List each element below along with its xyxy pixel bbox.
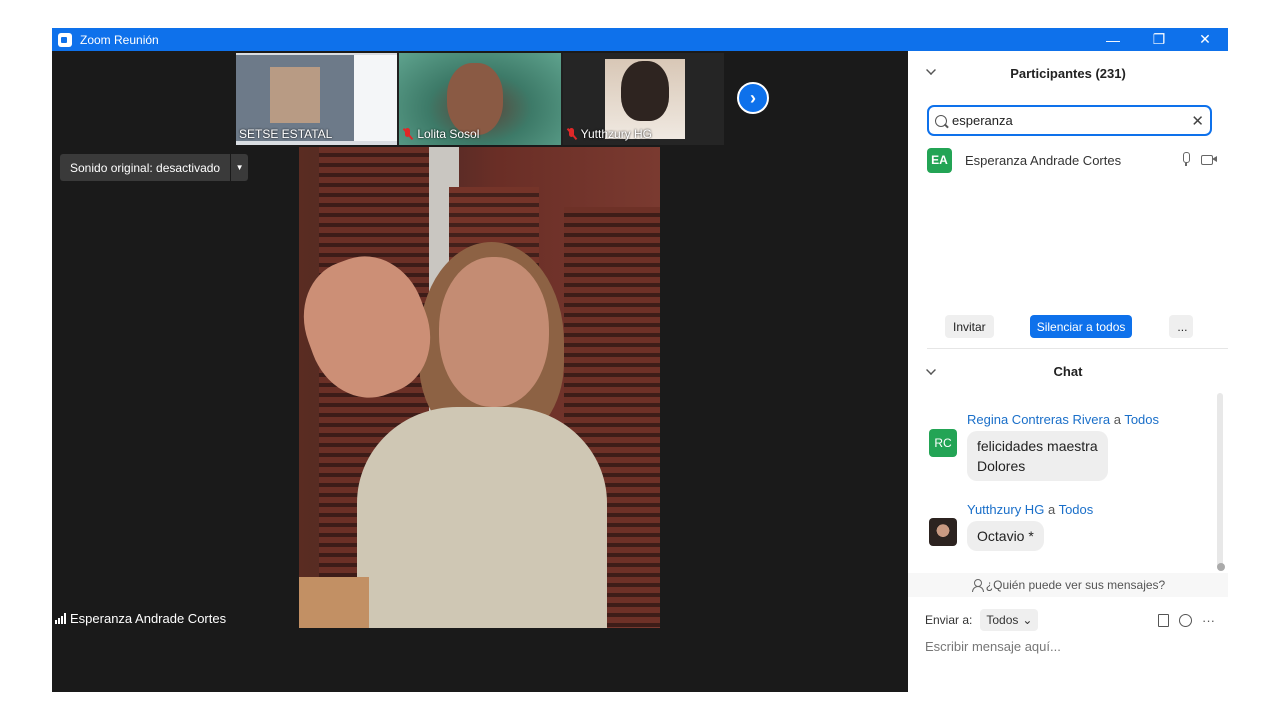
participant-name: SETSE ESTATAL xyxy=(239,127,333,141)
close-button[interactable]: ✕ xyxy=(1182,28,1228,51)
mute-all-button[interactable]: Silenciar a todos xyxy=(1029,315,1133,338)
chevron-down-icon: ⌄ xyxy=(1022,613,1033,627)
avatar xyxy=(929,518,957,546)
message-line: felicidades maestra xyxy=(977,438,1098,454)
thumbnail-label: Yutthzury HG xyxy=(566,127,652,141)
participant-name: Yutthzury HG xyxy=(580,127,653,141)
participant-search: ✕ xyxy=(927,105,1212,136)
message-connector: a xyxy=(1047,502,1056,517)
window-title: Zoom Reunión xyxy=(80,32,159,47)
message-sender-line: Yutthzury HG a Todos xyxy=(967,502,1093,517)
chevron-right-icon: › xyxy=(750,87,756,108)
participant-actions: Invitar Silenciar a todos ... xyxy=(945,315,1194,338)
zoom-window: Zoom Reunión — ❐ ✕ SETSE ESTATAL Lolita … xyxy=(52,28,1228,692)
scroll-thumb[interactable] xyxy=(1217,563,1225,571)
active-speaker-video xyxy=(299,147,660,628)
thumbnail-video[interactable]: Yutthzury HG xyxy=(562,53,724,145)
more-options-button[interactable]: ... xyxy=(1169,315,1194,338)
send-to-value: Todos xyxy=(986,613,1019,627)
chat-title: Chat xyxy=(1053,363,1083,379)
message-bubble: felicidades maestra Dolores xyxy=(967,431,1108,481)
thumbnail-video[interactable]: SETSE ESTATAL xyxy=(236,53,398,145)
camera-icon[interactable] xyxy=(1201,152,1217,166)
message-recipient: Todos xyxy=(1058,502,1094,517)
send-to-label: Enviar a: xyxy=(925,613,973,627)
thumbnail-label: Lolita Sosol xyxy=(402,127,479,141)
chat-tools: ··· xyxy=(1158,613,1215,628)
message-sender[interactable]: Regina Contreras Rivera xyxy=(967,412,1110,427)
minimize-button[interactable]: — xyxy=(1090,28,1136,51)
chevron-down-icon[interactable] xyxy=(926,65,936,75)
signal-strength-icon xyxy=(55,612,66,624)
window-controls: — ❐ ✕ xyxy=(1090,28,1228,51)
next-page-button[interactable]: › xyxy=(737,82,769,114)
zoom-app-icon xyxy=(58,32,72,47)
who-can-see-text: ¿Quién puede ver sus mensajes? xyxy=(985,578,1166,592)
thumbnail-strip: SETSE ESTATAL Lolita Sosol Yutthzury HG xyxy=(236,53,724,145)
original-sound-button[interactable]: Sonido original: desactivado xyxy=(60,154,231,181)
message-line: Octavio * xyxy=(977,528,1034,544)
person-icon xyxy=(971,579,984,592)
search-icon xyxy=(935,114,947,127)
microphone-icon[interactable] xyxy=(1181,152,1191,166)
video-area: SETSE ESTATAL Lolita Sosol Yutthzury HG xyxy=(52,51,908,692)
section-divider xyxy=(927,348,1228,349)
emoji-icon[interactable] xyxy=(1179,614,1192,627)
send-to-dropdown[interactable]: Todos ⌄ xyxy=(980,609,1039,631)
message-input[interactable]: Escribir mensaje aquí... xyxy=(925,639,1215,654)
participants-header: Participantes (231) xyxy=(908,51,1228,95)
chat-header: Chat xyxy=(908,351,1228,391)
participant-status-icons xyxy=(1181,152,1217,166)
clear-icon[interactable]: ✕ xyxy=(1191,112,1204,130)
participants-title: Participantes (231) xyxy=(1010,65,1126,81)
message-line: Dolores xyxy=(977,458,1026,474)
speaker-name: Esperanza Andrade Cortes xyxy=(70,610,227,626)
participant-face-image xyxy=(447,63,504,135)
title-bar: Zoom Reunión — ❐ ✕ xyxy=(52,28,1228,51)
restore-button[interactable]: ❐ xyxy=(1136,28,1182,51)
mic-muted-icon xyxy=(566,128,578,140)
participant-name: Lolita Sosol xyxy=(417,127,480,141)
message-sender[interactable]: Yutthzury HG xyxy=(967,502,1044,517)
mic-muted-icon xyxy=(402,128,414,140)
who-can-see-bar[interactable]: ¿Quién puede ver sus mensajes? xyxy=(908,573,1228,597)
speaker-name-label: Esperanza Andrade Cortes xyxy=(52,608,231,628)
caret-down-icon[interactable]: ▼ xyxy=(230,154,249,181)
participant-name: Esperanza Andrade Cortes xyxy=(965,152,1122,168)
message-bubble: Octavio * xyxy=(967,521,1044,551)
invite-button[interactable]: Invitar xyxy=(945,315,994,338)
avatar: RC xyxy=(929,429,957,457)
original-sound-control: Sonido original: desactivado ▼ xyxy=(60,154,249,181)
search-input[interactable] xyxy=(952,113,1192,128)
message-sender-line: Regina Contreras Rivera a Todos xyxy=(967,412,1159,427)
more-icon[interactable]: ··· xyxy=(1202,613,1215,628)
thumbnail-label: SETSE ESTATAL xyxy=(239,127,332,141)
chevron-down-icon[interactable] xyxy=(926,365,936,375)
message-recipient: Todos xyxy=(1124,412,1160,427)
thumbnail-video[interactable]: Lolita Sosol xyxy=(399,53,561,145)
send-to-row: Enviar a: Todos ⌄ ··· xyxy=(925,609,1215,631)
message-connector: a xyxy=(1113,412,1121,427)
avatar: EA xyxy=(927,147,952,173)
profile-picture-detail xyxy=(620,61,669,121)
chat-scrollbar[interactable] xyxy=(1217,393,1223,569)
file-icon[interactable] xyxy=(1158,614,1169,627)
side-panel: Participantes (231) ✕ EA Esperanza Andra… xyxy=(908,51,1228,692)
participant-row[interactable]: EA Esperanza Andrade Cortes xyxy=(927,147,1217,173)
